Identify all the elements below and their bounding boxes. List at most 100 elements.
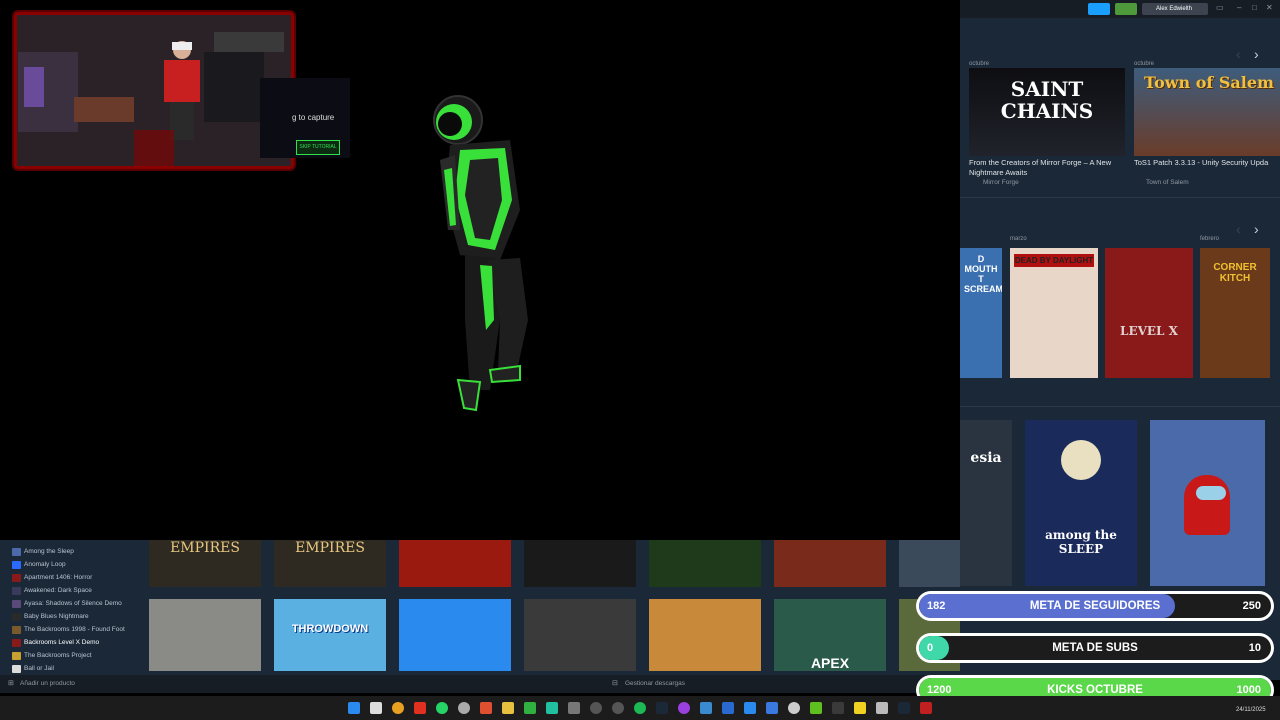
folder-icon[interactable] [502,702,514,714]
news-card-title[interactable]: ToS1 Patch 3.3.13 - Unity Security Upda [1134,158,1274,168]
library-list-item[interactable]: The Backrooms 1998 - Found Foot [24,626,125,633]
app-icon[interactable] [612,702,624,714]
library-list-item[interactable]: Ball or Jail [24,665,54,672]
twitch-icon[interactable] [678,702,690,714]
openai-icon[interactable] [458,702,470,714]
library-list-item[interactable]: Apartment 1406: Horror [24,574,92,581]
app-icon[interactable] [568,702,580,714]
goal-max: 10 [1248,642,1261,654]
tray-date: 24/11/2025 [1236,707,1266,713]
library-list-item[interactable]: Baby Blues Nightmare [24,613,89,620]
steam-icon[interactable] [656,702,668,714]
library-list-item[interactable]: The Backrooms Project [24,652,92,659]
library-game-tile[interactable] [899,540,960,587]
library-list-item[interactable]: Anomaly Loop [24,561,66,568]
game-tile[interactable]: DEAD BY DAYLIGHT [1010,248,1098,378]
library-game-tile[interactable] [649,599,761,671]
app-icon[interactable] [480,702,492,714]
goal-label: META DE SEGUIDORES [1029,600,1161,612]
section-divider [960,406,1280,407]
library-game-tile[interactable] [774,540,886,587]
game-icon [12,626,21,634]
notes-icon[interactable] [854,702,866,714]
game-icon [12,548,21,556]
game-tile[interactable]: among the SLEEP [1025,420,1137,586]
game-tile[interactable]: D MOUTH T SCREAM [960,248,1002,378]
game-tile[interactable]: LEVEL X [1105,248,1193,378]
news-card-image[interactable]: Town of Salem [1134,68,1280,156]
library-game-tile[interactable]: EMPIRES [274,540,386,587]
game-icon [12,587,21,595]
vr-avatar [433,95,528,412]
news-month-label: octubre [969,61,990,67]
news-card-source: Mirror Forge [983,179,1019,186]
game-icon [12,639,21,647]
plus-icon: ⊞ [8,680,14,687]
news-card-logo: Town of Salem [1144,73,1274,92]
news-prev-arrow-icon[interactable]: ‹ [1236,46,1241,62]
news-card-logo: SAINT CHAINS [1000,77,1094,123]
capture-hint-text: g to capture [292,113,335,122]
library-game-tile[interactable] [399,540,511,587]
library-game-tile[interactable]: THROWDOWN [274,599,386,671]
add-product-link[interactable]: Añadir un producto [20,680,75,687]
game-icon [12,574,21,582]
moon-icon [1061,440,1101,480]
library-game-tile[interactable] [399,599,511,671]
app-icon[interactable] [920,702,932,714]
library-list-item[interactable]: Backrooms Level X Demo [24,639,99,646]
row-month-label: febrero [1200,236,1220,242]
news-card-title[interactable]: From the Creators of Mirror Forge – A Ne… [969,158,1125,177]
app-icon[interactable] [700,702,712,714]
game-tile[interactable]: CORNER KITCH [1200,248,1270,378]
news-card-image[interactable]: SAINT CHAINS [969,68,1125,156]
manage-downloads-link[interactable]: Gestionar descargas [625,680,685,687]
skip-tutorial-button[interactable]: SKIP TUTORIAL [296,140,340,155]
news-next-arrow-icon[interactable]: › [1254,46,1259,62]
user-menu-button[interactable]: Alex Edwielth [1142,3,1208,15]
monitor-icon[interactable]: ▭ [1216,3,1224,12]
app-icon[interactable] [788,702,800,714]
goal-max: 250 [1242,600,1261,612]
library-game-tile[interactable] [649,540,761,587]
game-tile[interactable]: esia [960,420,1012,586]
library-game-tile[interactable]: APEX [774,599,886,671]
app-icon[interactable] [744,702,756,714]
start-icon[interactable] [348,702,360,714]
app-icon[interactable] [832,702,844,714]
app-icon[interactable] [546,702,558,714]
obs-icon[interactable] [590,702,602,714]
game-icon [12,652,21,660]
app-icon[interactable] [810,702,822,714]
library-game-tile[interactable] [524,599,636,671]
app-icon[interactable] [722,702,734,714]
app-icon[interactable] [898,702,910,714]
game-icon [12,600,21,608]
brave-icon[interactable] [414,702,426,714]
game-icon [12,665,21,673]
spotify-icon[interactable] [634,702,646,714]
app-icon[interactable] [766,702,778,714]
minimize-icon[interactable]: – [1237,3,1241,12]
file-icon[interactable] [370,702,382,714]
close-icon[interactable]: ✕ [1266,3,1273,12]
game-tile[interactable] [1150,420,1265,586]
whatsapp-icon[interactable] [436,702,448,714]
library-list-item[interactable]: Awakened: Dark Space [24,587,92,594]
goal-label: META DE SUBS [1052,642,1138,654]
library-game-tile[interactable] [524,540,636,587]
app-icon[interactable] [876,702,888,714]
broadcast-button[interactable] [1088,3,1110,15]
library-game-tile[interactable]: EMPIRES [149,540,261,587]
app-icon[interactable] [524,702,536,714]
library-list-item[interactable]: Ayasa: Shadows of Silence Demo [24,600,122,607]
row-prev-arrow-icon[interactable]: ‹ [1236,221,1241,237]
row-next-arrow-icon[interactable]: › [1254,221,1259,237]
news-card-source: Town of Salem [1146,179,1189,186]
library-game-tile[interactable] [149,599,261,671]
chrome-icon[interactable] [392,702,404,714]
notifications-button[interactable] [1115,3,1137,15]
library-list-item[interactable]: Among the Sleep [24,548,74,555]
download-icon: ⊟ [612,680,618,687]
maximize-icon[interactable]: □ [1252,3,1257,12]
